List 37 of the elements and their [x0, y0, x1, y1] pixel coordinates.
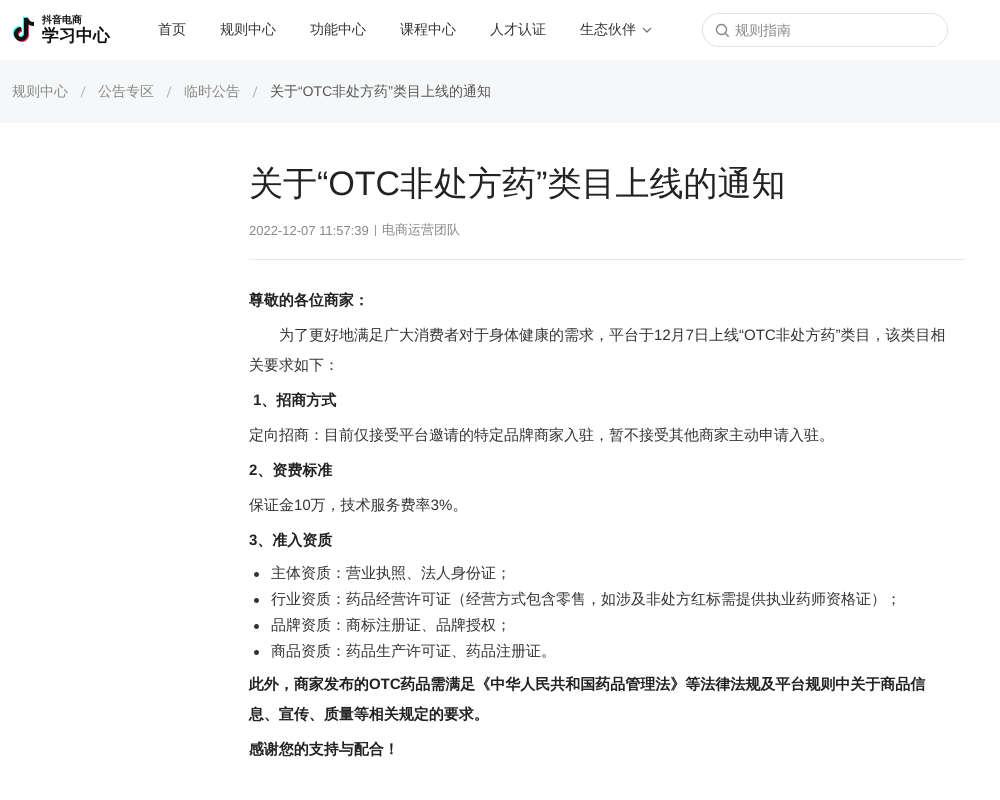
list-item: 品牌资质：商标注册证、品牌授权； [271, 616, 511, 636]
list-item: 行业资质：药品经营许可证（经营方式包含零售，如涉及非处方红标需提供执业药师资格证）； [271, 590, 901, 610]
nav-link[interactable]: 规则中心 [220, 21, 276, 39]
nav-link[interactable]: 生态伙伴 [580, 21, 652, 39]
list-item: 商品资质：药品生产许可证、药品注册证。 [271, 642, 556, 662]
nav-link[interactable]: 课程中心 [400, 21, 456, 39]
chevron-down-icon [642, 27, 652, 33]
slash-separator-icon [166, 86, 172, 98]
divider-icon [374, 224, 376, 236]
publish-date: 2022-12-07 11:57:39 [249, 222, 369, 238]
bold-paragraph: 感谢您的支持与配合！ [249, 740, 400, 760]
slash-separator-icon [80, 86, 86, 98]
intro-paragraph: 为了更好地满足广大消费者对于身体健康的需求，平台于12月7日上线“OTC非处方药”类目，该类目相关要求如下： [249, 326, 947, 376]
bullet-icon [254, 572, 259, 576]
paragraph: 保证金10万，技术服务费率3%。 [249, 496, 468, 516]
logo-subtitle: 抖音电商 [42, 16, 83, 26]
nav-link[interactable]: 功能中心 [310, 21, 366, 39]
bold-paragraph: 此外，商家发布的OTC药品需满足《中华人民共和国药品管理法》等法律法规及平台规则中关于商品信息、宣传、质量等相关规定的要求。 [249, 675, 927, 725]
section-heading: 2、资费标准 [249, 461, 334, 481]
section-heading: 3、准入资质 [249, 531, 334, 551]
search-field[interactable]: 规则指南 [702, 13, 948, 47]
list-item: 主体资质：营业执照、法人身份证； [271, 564, 511, 584]
bullet-icon [254, 624, 259, 628]
search-icon [715, 23, 730, 38]
nav-link[interactable]: 首页 [158, 21, 186, 39]
section-heading: 1、招商方式 [252, 391, 338, 411]
paragraph: 定向招商：目前仅接受平台邀请的特定品牌商家入驻，暂不接受其他商家主动申请入驻。 [249, 426, 835, 446]
slash-separator-icon [252, 86, 258, 98]
logo-title: 学习中心 [42, 27, 110, 44]
nav-link[interactable]: 人才认证 [490, 21, 546, 39]
bold-paragraph: 尊敬的各位商家： [249, 291, 370, 311]
nav-label: 生态伙伴 [580, 21, 636, 39]
bullet-icon [254, 650, 259, 654]
bullet-icon [254, 598, 259, 602]
author-name: 电商运营团队 [382, 221, 460, 239]
breadcrumb-link[interactable]: 关于“OTC非处方药”类目上线的通知 [270, 82, 491, 100]
article-title: 关于“OTC非处方药”类目上线的通知 [249, 164, 786, 205]
